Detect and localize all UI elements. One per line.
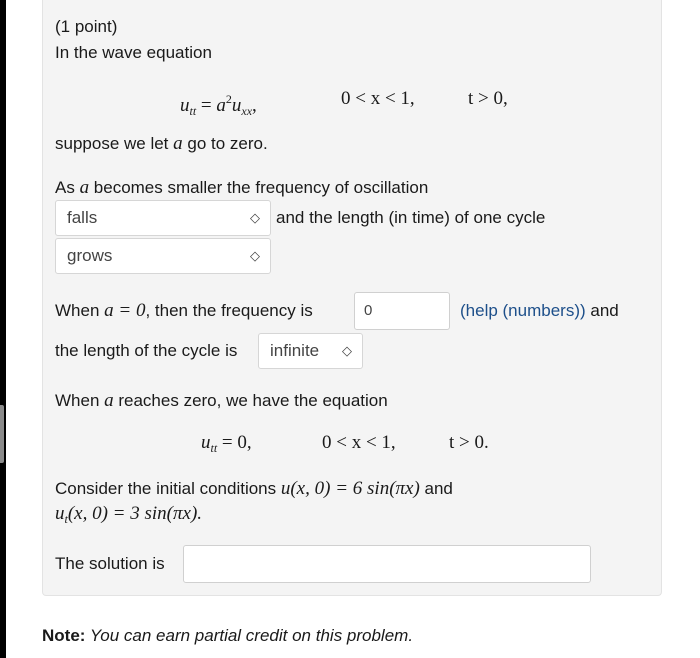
frequency-input[interactable]: 0 [354, 292, 450, 330]
eq-comma: , [252, 95, 257, 116]
select-value: falls [67, 208, 98, 227]
problem-panel: (1 point) In the wave equation utt = a2u… [42, 0, 662, 596]
help-line: (help (numbers)) and [460, 301, 619, 321]
frequency-trend-select[interactable]: falls ◇ [55, 200, 271, 236]
ic2-u: u [55, 503, 65, 524]
eq-a: a [216, 95, 226, 116]
note-text: Note: You can earn partial credit on thi… [42, 626, 413, 646]
eq-sub: tt [189, 104, 197, 118]
cycle-label: the length of the cycle is [55, 341, 238, 360]
as-post: becomes smaller the frequency of oscilla… [89, 178, 429, 197]
ic2-rest: (x, 0) = 3 sin(πx). [67, 503, 203, 524]
chevron-updown-icon: ◇ [250, 248, 260, 263]
cycle-trend-select[interactable]: grows ◇ [55, 238, 271, 274]
wave-time: t > 0, [468, 88, 508, 109]
intro-text: In the wave equation [55, 43, 212, 62]
solution-input[interactable] [183, 545, 591, 583]
suppose-text: suppose we let a go to zero. [55, 134, 268, 154]
cycle-length-select[interactable]: infinite ◇ [258, 333, 363, 369]
consider-text: Consider the initial conditions u(x, 0) … [55, 479, 453, 499]
eq-sub2: xx [241, 104, 253, 118]
select-value: grows [67, 246, 113, 265]
suppose-var: a [173, 133, 183, 154]
reach-pre: When [55, 391, 105, 410]
reach-post: reaches zero, we have the equation [113, 391, 388, 410]
suppose-post: go to zero. [182, 134, 268, 153]
reach-text: When a reaches zero, we have the equatio… [55, 391, 388, 411]
help-numbers-link[interactable]: (help (numbers)) [460, 301, 586, 320]
consider-pre: Consider the initial conditions [55, 479, 281, 498]
and-length-text: and the length (in time) of one cycle [276, 208, 546, 227]
when-pre: When [55, 301, 105, 320]
chevron-updown-icon: ◇ [250, 210, 260, 225]
reduced-equation: utt = 0, [201, 433, 252, 458]
initial-condition-1: u(x, 0) = 6 sin(πx) [280, 478, 420, 499]
as-var: a [79, 177, 90, 198]
consider-and: and [419, 479, 453, 498]
suppose-pre: suppose we let [55, 134, 174, 153]
when-post: , then the frequency is [145, 301, 313, 320]
left-window-edge [0, 0, 6, 658]
reach-var: a [104, 390, 114, 411]
help-and: and [585, 301, 619, 320]
wave-domain: 0 < x < 1, [341, 88, 415, 109]
eq-equals: = [200, 95, 212, 116]
eq-u: u [180, 95, 190, 116]
eq-u2: u [231, 95, 242, 116]
side-handle[interactable] [0, 405, 4, 463]
eq2-u: u [201, 432, 211, 453]
wave-equation: utt = a2uxx, [180, 89, 257, 121]
solution-label: The solution is [55, 554, 165, 573]
reduced-time: t > 0. [449, 432, 489, 453]
reduced-domain: 0 < x < 1, [322, 432, 396, 453]
as-text: As a becomes smaller the frequency of os… [55, 178, 428, 198]
when-text: When a = 0, then the frequency is [55, 301, 313, 321]
eq2-rhs: = 0, [221, 432, 252, 453]
points-label: (1 point) [55, 17, 118, 36]
eq2-sub: tt [210, 441, 218, 455]
initial-condition-2: ut(x, 0) = 3 sin(πx). [55, 504, 202, 529]
when-math: a = 0 [104, 300, 146, 321]
note-label: Note: [42, 626, 86, 645]
chevron-updown-icon: ◇ [342, 343, 352, 358]
select-value: infinite [270, 341, 320, 360]
as-pre: As [55, 178, 80, 197]
note-body: You can earn partial credit on this prob… [85, 626, 414, 645]
